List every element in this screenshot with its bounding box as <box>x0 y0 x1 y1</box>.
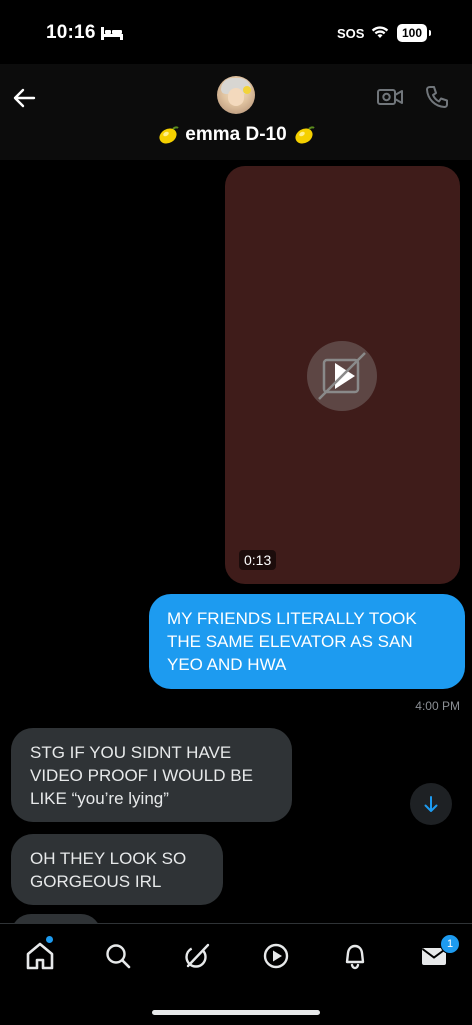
lemon-icon <box>159 126 180 144</box>
battery-level: 100 <box>401 26 423 40</box>
sos-indicator: SOS <box>337 26 365 41</box>
home-icon[interactable] <box>24 940 56 972</box>
wifi-icon <box>371 26 389 38</box>
arrow-down-icon <box>424 796 438 812</box>
status-bar: 10:16 SOS 100 <box>0 0 472 64</box>
battery-cap <box>429 30 431 36</box>
video-call-icon[interactable] <box>376 86 404 108</box>
avatar-flower <box>243 86 251 94</box>
play-button[interactable] <box>307 341 377 411</box>
incoming-message[interactable]: OH THEY LOOK SO GORGEOUS IRL <box>11 834 223 905</box>
scroll-to-bottom-button[interactable] <box>410 783 452 825</box>
incoming-message[interactable]: STG IF YOU SIDNT HAVE VIDEO PROOF I WOUL… <box>11 728 292 822</box>
home-notification-dot <box>46 936 53 943</box>
lemon-icon <box>295 126 315 144</box>
message-text: OH THEY LOOK SO GORGEOUS IRL <box>30 849 187 891</box>
contact-name-text: emma D-10 <box>185 124 287 145</box>
contact-name[interactable]: emma D-10 <box>0 124 472 151</box>
battery-icon: 100 <box>397 24 427 42</box>
message-text: MY FRIENDS LITERALLY TOOK THE SAME ELEVA… <box>167 609 417 674</box>
message-text: STG IF YOU SIDNT HAVE VIDEO PROOF I WOUL… <box>30 743 253 808</box>
notifications-bell-icon[interactable] <box>339 940 371 972</box>
grok-icon[interactable] <box>181 940 213 972</box>
avatar-face <box>228 88 244 106</box>
status-time: 10:16 <box>46 22 96 43</box>
bed-icon <box>101 27 123 40</box>
search-icon[interactable] <box>102 940 134 972</box>
phone-call-icon[interactable] <box>424 84 450 110</box>
chat-header: emma D-10 <box>0 64 472 160</box>
outgoing-message[interactable]: MY FRIENDS LITERALLY TOOK THE SAME ELEVA… <box>149 594 465 689</box>
avatar[interactable] <box>217 76 255 114</box>
messages-badge: 1 <box>440 934 460 954</box>
home-indicator <box>152 1010 320 1015</box>
message-timestamp: 4:00 PM <box>415 699 460 713</box>
video-message[interactable]: 0:13 <box>225 166 460 584</box>
video-duration: 0:13 <box>239 550 277 570</box>
play-icon <box>318 352 366 400</box>
video-icon[interactable] <box>260 940 292 972</box>
back-arrow-icon[interactable] <box>10 84 38 112</box>
